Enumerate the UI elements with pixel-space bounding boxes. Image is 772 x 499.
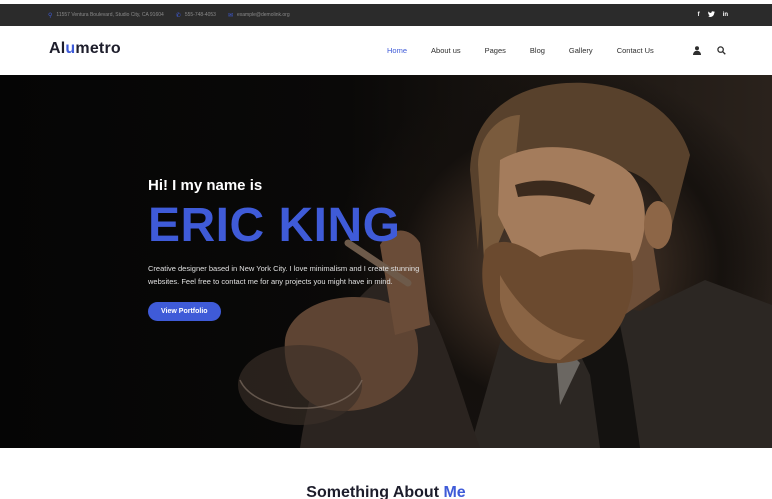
hero-greeting: Hi! I my name is [148,177,263,194]
phone-text[interactable]: 555-748-4053 [185,12,216,18]
phone-icon: ✆ [175,12,181,19]
about-heading-accent: Me [443,484,466,499]
main-header: Alumetro Home About us Pages Blog Galler… [0,26,772,75]
hero-section: Hi! I my name is ERIC KING Creative desi… [0,75,772,448]
about-heading-main: Something About [306,484,440,499]
view-portfolio-button[interactable]: View Portfolio [148,302,221,321]
email-text[interactable]: example@demolink.org [237,12,290,18]
facebook-icon[interactable]: f [698,12,700,18]
top-info-bar: ⚲ 11557 Ventura Boulevard, Studio City, … [0,4,772,26]
nav-home[interactable]: Home [387,46,407,55]
about-heading: Something About Me [0,484,772,499]
social-links: f in [698,4,728,26]
nav-blog[interactable]: Blog [530,46,545,55]
linkedin-icon[interactable]: in [723,12,728,18]
contact-info: ⚲ 11557 Ventura Boulevard, Studio City, … [48,12,290,19]
nav-contact[interactable]: Contact Us [617,46,654,55]
logo-text-start: Al [49,40,66,57]
location-pin-icon: ⚲ [48,12,53,19]
main-nav: Home About us Pages Blog Gallery Contact… [387,26,678,75]
search-icon[interactable] [717,42,726,60]
logo-text-end: metro [75,40,121,57]
email-item[interactable]: ✉ example@demolink.org [228,12,290,19]
nav-gallery[interactable]: Gallery [569,46,593,55]
phone-item[interactable]: ✆ 555-748-4053 [176,12,216,19]
address-text: 11557 Ventura Boulevard, Studio City, CA… [56,12,164,18]
mail-icon: ✉ [227,12,233,19]
nav-about[interactable]: About us [431,46,461,55]
user-icon[interactable] [693,42,701,60]
hero-content: Hi! I my name is ERIC KING Creative desi… [148,177,448,321]
nav-pages[interactable]: Pages [485,46,506,55]
hero-name: ERIC KING [148,199,401,252]
hero-description: Creative designer based in New York City… [148,264,420,286]
logo-text-accent: u [65,40,76,57]
twitter-icon[interactable] [707,11,715,19]
site-logo[interactable]: Alumetro [49,40,121,58]
address-item: ⚲ 11557 Ventura Boulevard, Studio City, … [48,12,164,19]
header-icons [693,26,726,75]
